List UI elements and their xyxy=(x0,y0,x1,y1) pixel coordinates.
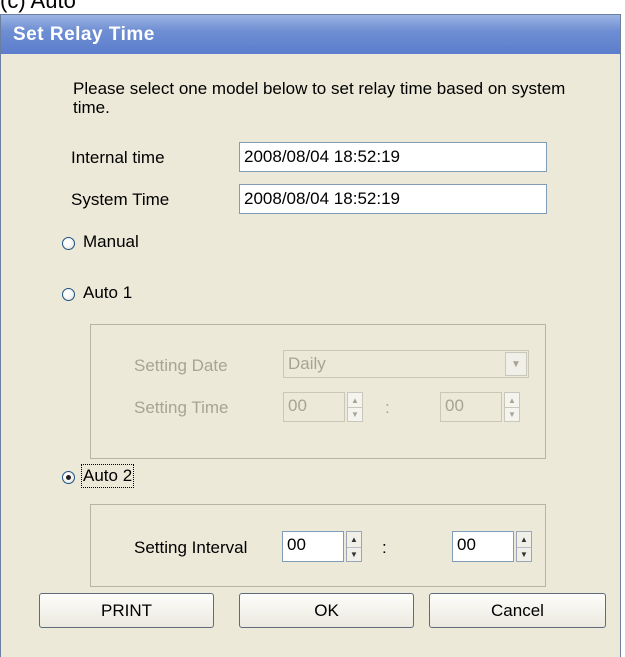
auto2-radio[interactable] xyxy=(62,471,75,484)
triangle-up-icon[interactable]: ▲ xyxy=(505,393,519,407)
set-relay-time-dialog: Set Relay Time Please select one model b… xyxy=(0,14,621,657)
auto1-radio-label[interactable]: Auto 1 xyxy=(83,283,132,303)
manual-radio[interactable] xyxy=(62,237,75,250)
system-time-field[interactable]: 2008/08/04 18:52:19 xyxy=(239,184,547,214)
triangle-down-icon[interactable]: ▼ xyxy=(517,546,531,562)
window-title: Set Relay Time xyxy=(13,24,155,45)
cancel-button[interactable]: Cancel xyxy=(429,593,606,628)
internal-time-label: Internal time xyxy=(71,148,165,167)
triangle-up-icon[interactable]: ▲ xyxy=(348,393,362,407)
setting-interval-label: Setting Interval xyxy=(134,538,248,557)
triangle-up-icon[interactable]: ▲ xyxy=(517,532,531,547)
ok-button[interactable]: OK xyxy=(239,593,414,628)
triangle-down-icon[interactable]: ▼ xyxy=(347,546,361,562)
auto2-minute-spinner[interactable]: ▲ ▼ xyxy=(516,531,532,562)
setting-time-label: Setting Time xyxy=(134,398,229,417)
auto2-hour-spinner[interactable]: ▲ ▼ xyxy=(346,531,362,562)
auto2-time-separator: : xyxy=(382,538,387,557)
auto1-hour-spinner[interactable]: ▲ ▼ xyxy=(347,392,363,422)
description-text: Please select one model below to set rel… xyxy=(73,79,566,117)
auto1-minute-spinner[interactable]: ▲ ▼ xyxy=(504,392,520,422)
auto1-radio[interactable] xyxy=(62,288,75,301)
setting-date-select[interactable]: Daily xyxy=(283,350,529,378)
system-time-label: System Time xyxy=(71,190,170,209)
auto2-group: Setting Interval 00 ▲ ▼ : 00 ▲ ▼ xyxy=(90,504,546,587)
setting-date-label: Setting Date xyxy=(134,356,228,375)
triangle-up-icon[interactable]: ▲ xyxy=(347,532,361,547)
triangle-down-icon[interactable]: ▼ xyxy=(348,407,362,421)
auto1-group: Setting Date Daily ▼ Setting Time 00 ▲ ▼… xyxy=(90,324,546,459)
chevron-down-icon[interactable]: ▼ xyxy=(505,352,527,376)
auto1-time-separator: : xyxy=(385,398,390,417)
auto1-hour-field[interactable]: 00 xyxy=(283,392,345,422)
title-bar[interactable]: Set Relay Time xyxy=(1,15,620,54)
triangle-down-icon[interactable]: ▼ xyxy=(505,407,519,421)
radio-selected-dot xyxy=(66,475,71,480)
manual-radio-label[interactable]: Manual xyxy=(83,232,139,252)
auto2-minute-field[interactable]: 00 xyxy=(452,531,514,562)
print-button[interactable]: PRINT xyxy=(39,593,214,628)
figure-caption: (c) Auto xyxy=(0,0,76,13)
auto2-hour-field[interactable]: 00 xyxy=(282,531,344,562)
auto2-radio-label[interactable]: Auto 2 xyxy=(80,464,135,488)
internal-time-field[interactable]: 2008/08/04 18:52:19 xyxy=(239,142,547,172)
auto1-minute-field[interactable]: 00 xyxy=(440,392,502,422)
